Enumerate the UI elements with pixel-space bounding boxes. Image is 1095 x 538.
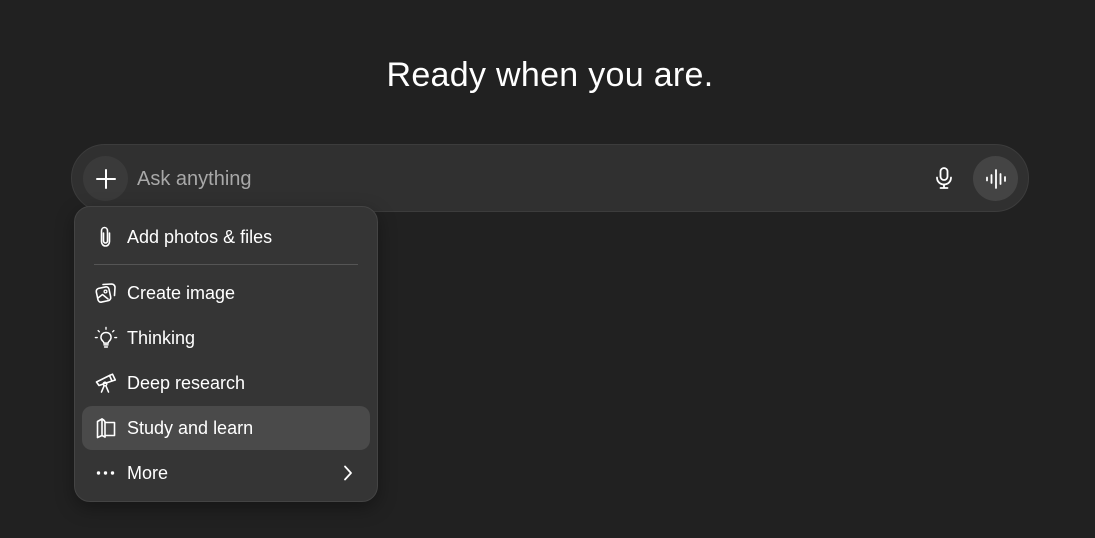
menu-item-thinking[interactable]: Thinking <box>82 316 370 360</box>
menu-divider <box>94 264 358 265</box>
composer-bar <box>71 144 1029 212</box>
dictate-button[interactable] <box>924 158 964 198</box>
menu-item-more[interactable]: More <box>82 451 370 495</box>
lightbulb-icon <box>94 326 118 350</box>
book-icon <box>94 416 118 440</box>
menu-item-label: Add photos & files <box>127 227 273 247</box>
menu-item-create-image[interactable]: Create image <box>82 271 370 315</box>
prompt-input[interactable] <box>137 163 897 195</box>
ellipsis-icon <box>94 461 118 485</box>
menu-item-label: Deep research <box>127 373 246 393</box>
menu-item-deep-research[interactable]: Deep research <box>82 361 370 405</box>
microphone-icon <box>933 166 955 190</box>
paperclip-icon <box>94 225 118 249</box>
menu-item-label: Thinking <box>127 328 196 348</box>
voice-mode-button[interactable] <box>973 156 1018 201</box>
plus-icon <box>95 168 117 190</box>
voice-waveform-icon <box>985 168 1007 190</box>
page-title: Ready when you are. <box>386 56 714 94</box>
telescope-icon <box>94 371 118 395</box>
menu-item-label: More <box>127 463 169 483</box>
page: Ready when you are. Ask anything Add pho… <box>0 0 1095 538</box>
menu-item-label: Study and learn <box>127 418 254 438</box>
attachment-menu: Add photos & files Create image Thinking… <box>74 206 378 502</box>
menu-item-study-and-learn[interactable]: Study and learn <box>82 406 370 450</box>
menu-item-add-photos-files[interactable]: Add photos & files <box>82 215 370 259</box>
chevron-right-icon <box>338 463 358 483</box>
add-attachment-button[interactable] <box>83 156 128 201</box>
menu-item-label: Create image <box>127 283 236 303</box>
image-icon <box>94 281 118 305</box>
